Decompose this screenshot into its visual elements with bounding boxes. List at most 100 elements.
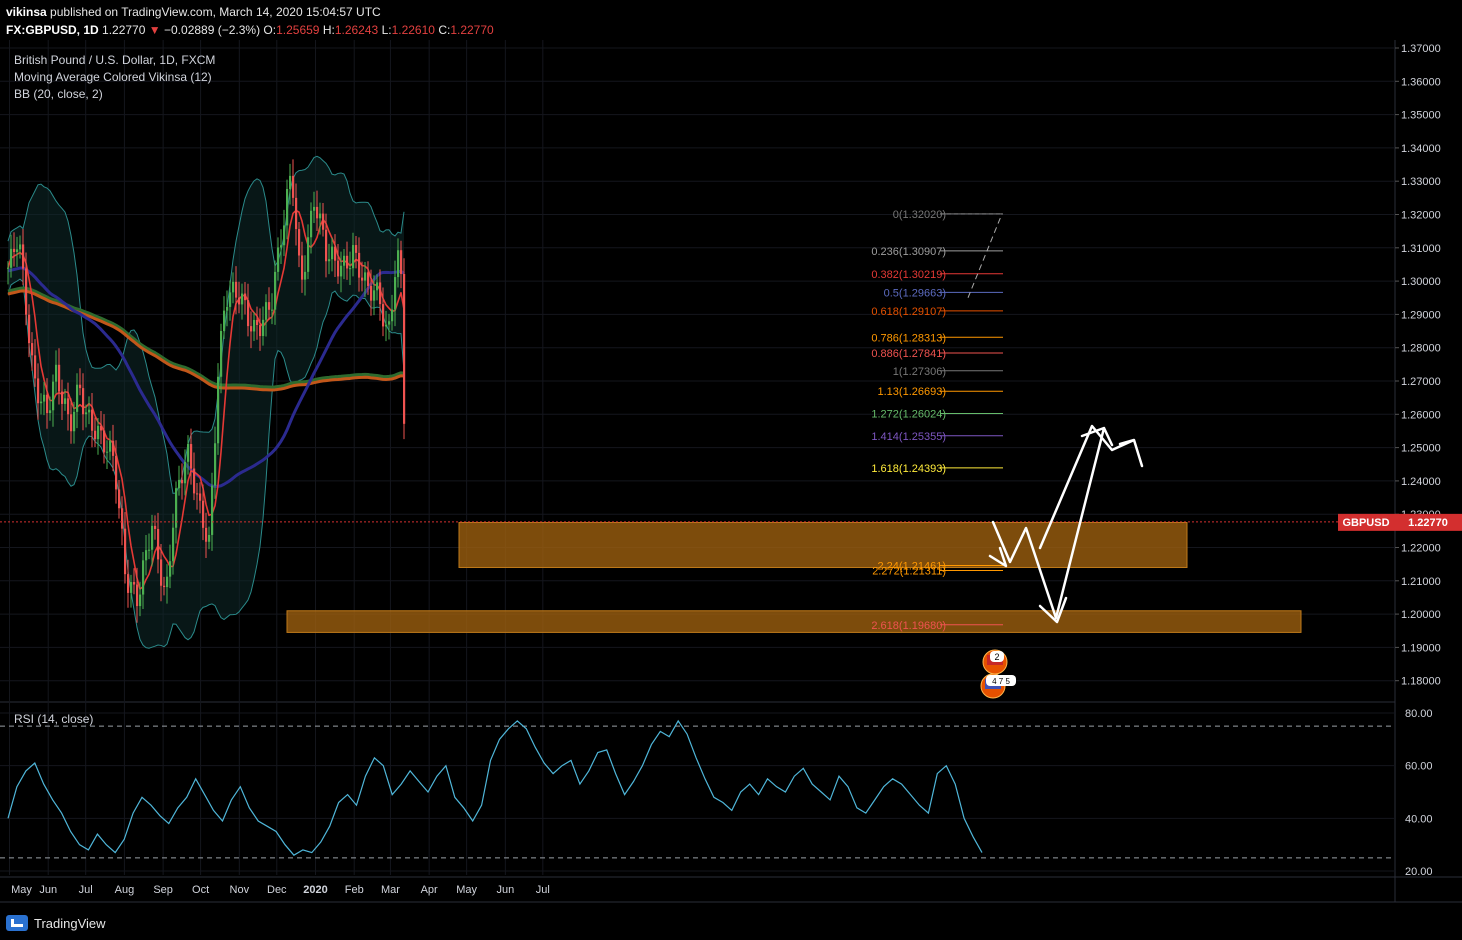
candle-body (307, 237, 310, 272)
candle-body (196, 493, 199, 495)
fib-level-label: 1.618(1.24393) (871, 463, 946, 475)
candle-body (127, 574, 130, 593)
candle-body (55, 364, 58, 382)
fib-level-label: 0.236(1.30907) (871, 246, 946, 258)
price-tick-label: 1.25000 (1401, 443, 1441, 455)
candle-body (163, 585, 166, 588)
candle-body (151, 525, 154, 550)
candle-body (304, 271, 307, 280)
candle-body (358, 252, 361, 278)
candle-body (115, 455, 118, 490)
price-tick-label: 1.33000 (1401, 176, 1441, 188)
candle-body (103, 430, 106, 453)
price-tick-label: 1.18000 (1401, 676, 1441, 688)
candle-body (376, 282, 379, 291)
time-tick-label: Jun (496, 884, 514, 896)
candle-body (397, 250, 400, 278)
candle-body (82, 388, 85, 415)
candle-body (10, 248, 13, 268)
price-tick-label: 1.26000 (1401, 409, 1441, 421)
candle-body (187, 444, 190, 462)
price-tag-value: 1.22770 (1408, 517, 1448, 529)
time-tick-label: Aug (115, 884, 135, 896)
candle-body (112, 440, 115, 456)
candle-body (178, 479, 181, 489)
candle-body (43, 394, 46, 402)
candle-body (190, 444, 193, 469)
candle-body (328, 259, 331, 262)
candle-body (100, 425, 103, 431)
time-tick-label: May (456, 884, 477, 896)
candle-body (292, 175, 295, 198)
fib-level-label: 0.618(1.29107) (871, 306, 946, 318)
rsi-legend[interactable]: RSI (14, close) (14, 712, 93, 726)
candle-body (40, 401, 43, 404)
candle-body (298, 229, 301, 256)
candle-body (370, 285, 373, 301)
price-tick-label: 1.31000 (1401, 243, 1441, 255)
candle-body (382, 304, 385, 327)
rsi-line (7, 719, 983, 856)
fib-level-label: 0.886(1.27841) (871, 348, 946, 360)
price-tick-label: 1.34000 (1401, 143, 1441, 155)
candle-body (259, 325, 262, 337)
event-count-475: 4 7 5 (992, 677, 1010, 686)
rsi-tick-label: 20.00 (1405, 866, 1433, 878)
time-tick-label: May (11, 884, 32, 896)
price-tick-label: 1.24000 (1401, 476, 1441, 488)
time-tick-label: 2020 (303, 884, 327, 896)
candle-body (79, 384, 82, 389)
fib-level-label: 1.272(1.26024) (871, 409, 946, 421)
candle-body (295, 197, 298, 230)
candle-body (331, 246, 334, 260)
candle-body (268, 302, 271, 310)
price-tick-label: 1.36000 (1401, 76, 1441, 88)
time-tick-label: Sep (153, 884, 173, 896)
ma-legend[interactable]: Moving Average Colored Vikinsa (12) (14, 70, 212, 84)
rsi-tick-label: 40.00 (1405, 813, 1433, 825)
candle-body (37, 378, 40, 404)
candle-body (199, 493, 202, 501)
candle-body (76, 384, 79, 412)
candle-body (184, 461, 187, 484)
rsi-tick-label: 80.00 (1405, 708, 1433, 720)
candle-body (49, 410, 52, 414)
price-tick-label: 1.30000 (1401, 276, 1441, 288)
candle-body (94, 430, 97, 440)
brand-name: TradingView (34, 915, 106, 931)
candle-body (346, 255, 349, 269)
price-tick-label: 1.29000 (1401, 309, 1441, 321)
candle-body (265, 302, 268, 320)
candle-body (181, 479, 184, 484)
candle-body (226, 306, 229, 311)
candle-body (121, 508, 124, 529)
fib-level-label: 0.5(1.29663) (884, 287, 946, 299)
candle-body (337, 260, 340, 277)
candle-body (193, 468, 196, 494)
time-tick-label: Oct (192, 884, 209, 896)
fib-level-label: 1.414(1.25355) (871, 431, 946, 443)
fib-level-label: 0.786(1.28313) (871, 332, 946, 344)
price-tick-label: 1.32000 (1401, 210, 1441, 222)
candle-body (373, 290, 376, 301)
candle-body (169, 561, 172, 577)
fib-trend-dashed (967, 213, 1003, 298)
candle-body (310, 210, 313, 238)
time-tick-label: Jul (79, 884, 93, 896)
candle-body (73, 411, 76, 432)
tradingview-footer[interactable]: TradingView (6, 912, 106, 934)
fib-level-label: 2.272(1.21311) (872, 565, 946, 577)
fib-level-label: 0(1.32020) (893, 209, 946, 221)
series-legend[interactable]: British Pound / U.S. Dollar, 1D, FXCM (14, 53, 215, 67)
price-chart[interactable]: 1.37000 1.36000 1.35000 1.34000 1.33000 1.320… (0, 0, 1462, 940)
candle-body (109, 440, 112, 452)
candle-body (388, 321, 391, 325)
time-tick-label: Jul (536, 884, 550, 896)
bb-legend[interactable]: BB (20, close, 2) (14, 87, 103, 101)
price-tick-label: 1.35000 (1401, 110, 1441, 122)
candle-body (391, 309, 394, 322)
candle-body (352, 245, 355, 269)
candle-body (124, 528, 127, 575)
time-tick-label: Nov (230, 884, 250, 896)
time-tick-label: Apr (421, 884, 438, 896)
